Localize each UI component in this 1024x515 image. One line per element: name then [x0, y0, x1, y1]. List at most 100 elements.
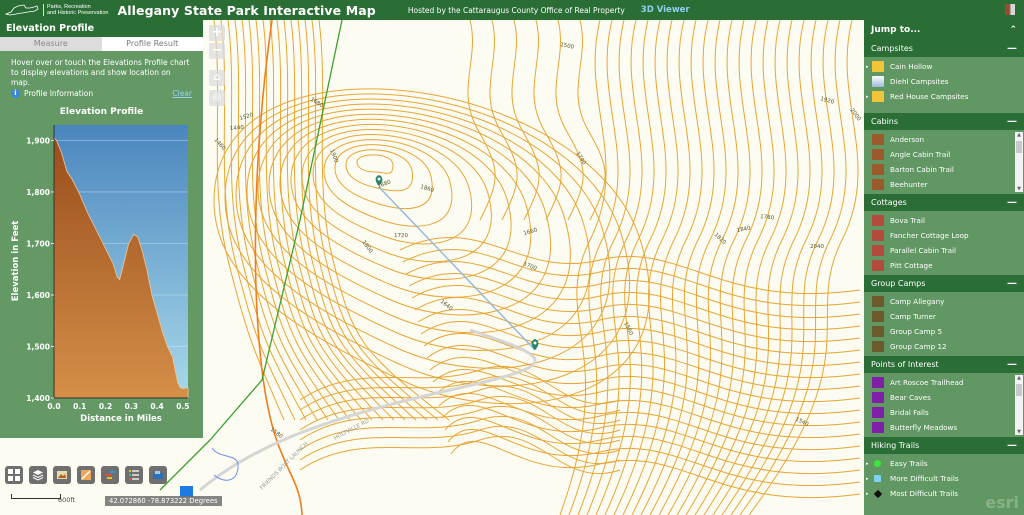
scale-bar: [11, 494, 61, 499]
expand-arrow-icon[interactable]: ▸: [866, 491, 872, 497]
scroll-thumb[interactable]: [1016, 141, 1022, 153]
list-item-label: Camp Allegany: [890, 297, 945, 306]
draw-button[interactable]: [101, 466, 119, 484]
list-item[interactable]: Camp Allegany: [864, 294, 1024, 309]
nys-parks-logo[interactable]: Parks, Recreation and Historic Preservat…: [0, 0, 108, 20]
list-item[interactable]: Butterfly Meadows: [864, 420, 1024, 435]
group-camp-icon: [872, 326, 884, 337]
green-dot-icon: [874, 460, 881, 467]
list-item[interactable]: Pitt Cottage: [864, 258, 1024, 273]
layers-icon: [32, 470, 44, 481]
contour-label: 2040: [810, 244, 824, 250]
expand-arrow-icon[interactable]: ▸: [866, 461, 872, 467]
contour-line: [334, 144, 433, 209]
expand-arrow-icon[interactable]: ▸: [866, 476, 872, 482]
basemap-gallery-button[interactable]: [5, 466, 23, 484]
cottage-icon: [872, 260, 884, 271]
info-icon[interactable]: i: [11, 89, 20, 98]
section-list: Bova Trail Fancher Cottage Loop Parallel C…: [864, 211, 1024, 275]
elevation-profile-chart[interactable]: 1,4001,5001,6001,7001,8001,900 0.0 0.1 0.2…: [0, 125, 203, 425]
collapse-icon[interactable]: —: [1007, 359, 1017, 369]
layers-button[interactable]: [29, 466, 47, 484]
jump-to-header[interactable]: Jump to... ⌃: [864, 20, 1024, 40]
section-cabins: Cabins — Anderson Angle Cabin Trail Barton C…: [864, 113, 1024, 194]
x-tick-label: 0.0: [47, 402, 60, 411]
home-button[interactable]: ⌂: [209, 70, 225, 86]
list-item[interactable]: Group Camp 12: [864, 339, 1024, 354]
list-item[interactable]: Diehl Campsites: [864, 74, 1024, 89]
list-item[interactable]: Angle Cabin Trail: [864, 147, 1024, 162]
collapse-icon[interactable]: —: [1007, 278, 1017, 288]
scroll-up-icon[interactable]: ▲: [1015, 375, 1023, 381]
3d-viewer-link[interactable]: 3D Viewer: [641, 5, 690, 15]
list-item-label: Bridal Falls: [890, 408, 929, 417]
measure-button[interactable]: [149, 466, 167, 484]
collapse-panel-icon[interactable]: ⌃: [1009, 25, 1017, 35]
tab-profile-result[interactable]: Profile Result: [101, 37, 203, 51]
legend-button[interactable]: [53, 466, 71, 484]
list-item[interactable]: Bova Trail: [864, 213, 1024, 228]
scroll-thumb[interactable]: [1016, 384, 1022, 396]
folder-icon: [872, 91, 884, 102]
list-item[interactable]: Bear Caves: [864, 390, 1024, 405]
scrollbar[interactable]: ▲ ▼: [1015, 132, 1023, 192]
app-root: 1880 1860 1800 1720 1640 1660 1700 1740 1760 1820…: [0, 0, 1024, 515]
y-tick-label: 1,700: [26, 239, 50, 248]
scroll-down-icon[interactable]: ▼: [1015, 429, 1023, 435]
list-item-label: Easy Trails: [890, 459, 928, 468]
collapse-icon[interactable]: —: [1007, 440, 1017, 450]
locate-icon: ◎: [212, 92, 222, 103]
list-item[interactable]: ▸ Red House Campsites: [864, 89, 1024, 104]
panel-tabs: Measure Profile Result: [0, 37, 203, 51]
collapse-icon[interactable]: —: [1007, 43, 1017, 53]
bookmark-book-icon[interactable]: [1004, 3, 1016, 16]
x-tick-label: 0.1: [73, 402, 86, 411]
list-item[interactable]: Beehunter: [864, 177, 1024, 192]
contour-line: [450, 441, 861, 499]
y-tick-label: 1,900: [26, 136, 50, 145]
section-header[interactable]: Campsites —: [864, 40, 1024, 57]
collapse-icon[interactable]: —: [1007, 197, 1017, 207]
contour-line: [568, 20, 619, 515]
list-item[interactable]: ▸ Cain Hollow: [864, 59, 1024, 74]
scroll-down-icon[interactable]: ▼: [1015, 186, 1023, 192]
list-button[interactable]: [125, 466, 143, 484]
contour-line: [658, 20, 739, 515]
list-item[interactable]: Group Camp 5: [864, 324, 1024, 339]
list-item[interactable]: Fancher Cottage Loop: [864, 228, 1024, 243]
list-item[interactable]: Bridal Falls: [864, 405, 1024, 420]
collapse-icon[interactable]: —: [1007, 116, 1017, 126]
section-header[interactable]: Cottages —: [864, 194, 1024, 211]
clear-link[interactable]: Clear: [172, 89, 192, 98]
list-item[interactable]: Art Roscoe Trailhead: [864, 375, 1024, 390]
section-title: Group Camps: [871, 279, 926, 288]
y-axis-label: Elevation in Feet: [11, 221, 21, 302]
scroll-up-icon[interactable]: ▲: [1015, 132, 1023, 138]
list-item[interactable]: ▸ More Difficult Trails: [864, 471, 1024, 486]
zoom-out-button[interactable]: −: [209, 43, 225, 59]
list-item[interactable]: Camp Turner: [864, 309, 1024, 324]
jump-to-panel: Jump to... ⌃ Campsites — ▸ Cain Hollow Diehl…: [864, 20, 1024, 515]
section-header[interactable]: Points of Interest —: [864, 356, 1024, 373]
locate-button[interactable]: ◎: [209, 90, 225, 106]
list-item-label: Group Camp 12: [890, 342, 947, 351]
section-header[interactable]: Hiking Trails —: [864, 437, 1024, 454]
list-item[interactable]: Barton Cabin Trail: [864, 162, 1024, 177]
app-header: Parks, Recreation and Historic Preservat…: [0, 0, 1024, 20]
section-header[interactable]: Cabins —: [864, 113, 1024, 130]
contour-line: [402, 249, 861, 307]
nys-state-outline-icon: [4, 4, 39, 16]
x-tick-label: 0.3: [125, 402, 138, 411]
print-button[interactable]: [77, 466, 95, 484]
profile-info-row: i Profile Information Clear: [0, 88, 203, 99]
contour-line: [595, 20, 655, 515]
section-header[interactable]: Group Camps —: [864, 275, 1024, 292]
list-item[interactable]: Anderson: [864, 132, 1024, 147]
tab-measure[interactable]: Measure: [0, 37, 102, 51]
list-item[interactable]: ▸ Easy Trails: [864, 456, 1024, 471]
profile-information-label[interactable]: Profile Information: [24, 89, 93, 98]
list-item[interactable]: Parallel Cabin Trail: [864, 243, 1024, 258]
contour-line: [356, 154, 394, 174]
scrollbar[interactable]: ▲ ▼: [1015, 375, 1023, 435]
zoom-in-button[interactable]: +: [209, 25, 225, 41]
